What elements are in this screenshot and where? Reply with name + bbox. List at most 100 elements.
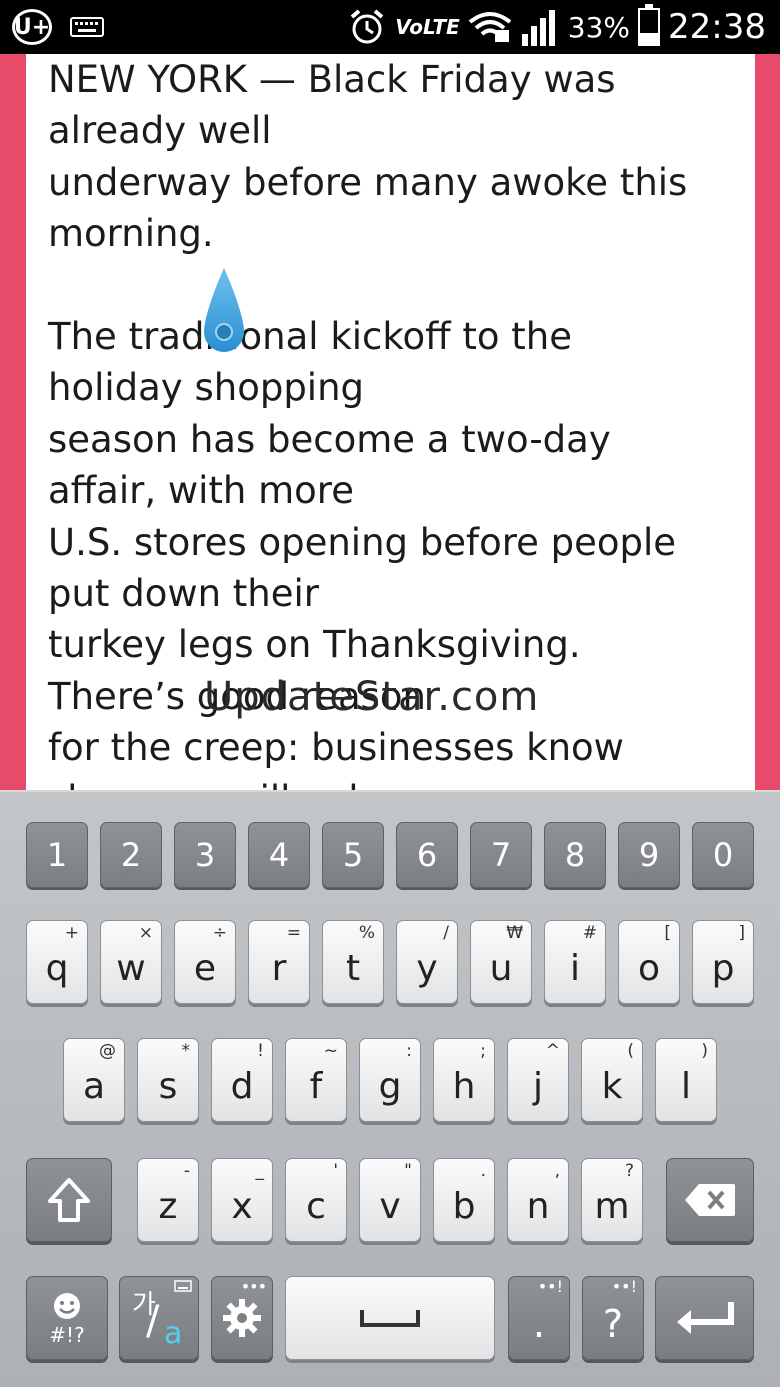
language-switch-key[interactable]: 가 / a <box>119 1276 199 1360</box>
key-label: 6 <box>416 836 438 874</box>
key-k[interactable]: (k <box>581 1038 643 1122</box>
article-line: affair, with more <box>48 469 354 513</box>
key-n[interactable]: ,n <box>507 1158 569 1242</box>
article-line: NEW YORK — Black Friday was <box>48 58 616 101</box>
article-line: season has become a two-day <box>48 417 611 461</box>
key-b[interactable]: .b <box>433 1158 495 1242</box>
key-o[interactable]: [o <box>618 920 680 1004</box>
key-9[interactable]: 9 <box>618 822 680 888</box>
key-e[interactable]: ÷ e <box>174 920 236 1004</box>
key-secondary-label: + <box>64 923 79 943</box>
key-label: 5 <box>342 836 364 874</box>
gear-icon <box>223 1299 261 1337</box>
backspace-key[interactable] <box>666 1158 754 1242</box>
key-label: z <box>158 1185 178 1227</box>
key-v[interactable]: " v <box>359 1158 421 1242</box>
space-icon <box>360 1310 420 1327</box>
key-d[interactable]: ! d <box>211 1038 273 1122</box>
key-secondary-label: , <box>554 1161 560 1181</box>
key-6[interactable]: 6 <box>396 822 458 888</box>
key-z[interactable]: -z <box>137 1158 199 1242</box>
article-line: already well <box>48 109 272 153</box>
article-line <box>48 260 748 311</box>
space-key[interactable] <box>285 1276 495 1360</box>
uplus-logo-icon: U+ <box>12 9 52 45</box>
key-l[interactable]: ) l <box>655 1038 717 1122</box>
emoji-symbol-key[interactable]: #!? <box>26 1276 108 1360</box>
keyboard-small-icon <box>174 1280 192 1292</box>
key-secondary-label: _ <box>255 1161 265 1181</box>
key-label: l <box>680 1065 691 1107</box>
reader-frame: NEW YORK — Black Friday was already well u… <box>0 54 780 790</box>
key-secondary-label: / <box>443 923 449 943</box>
key-x[interactable]: _ x <box>211 1158 273 1242</box>
key-secondary-label: ! <box>257 1041 264 1061</box>
article-line: The traditional kickoff to the <box>48 315 572 359</box>
key-w[interactable]: × w <box>100 920 162 1004</box>
article-line: morning. <box>48 212 214 256</box>
key-h[interactable]: ; h <box>433 1038 495 1122</box>
key-secondary-label: : <box>406 1041 412 1061</box>
symbols-label: #!? <box>49 1323 85 1347</box>
key-secondary-label: ÷ <box>212 923 227 943</box>
key-label: j <box>532 1065 543 1107</box>
key-8[interactable]: 8 <box>544 822 606 888</box>
article-line: shoppers will only <box>48 774 748 790</box>
key-label: 0 <box>712 836 734 874</box>
signal-icon <box>521 10 555 46</box>
key-p[interactable]: ] p <box>692 920 754 1004</box>
key-g[interactable]: :g <box>359 1038 421 1122</box>
key-4[interactable]: 4 <box>248 822 310 888</box>
enter-key[interactable] <box>655 1276 754 1360</box>
key-i[interactable]: # i <box>544 920 606 1004</box>
enter-icon <box>676 1302 734 1334</box>
key-label: 4 <box>268 836 290 874</box>
key-label: 7 <box>490 836 512 874</box>
key-q[interactable]: + q <box>26 920 88 1004</box>
volte-icon: VoLTE <box>395 15 460 39</box>
settings-key[interactable]: ••• <box>211 1276 273 1360</box>
key-m[interactable]: ? m <box>581 1158 643 1242</box>
key-f[interactable]: ~ f <box>285 1038 347 1122</box>
key-secondary-label: [ <box>664 923 671 943</box>
shift-icon <box>48 1178 90 1222</box>
key-t[interactable]: % t <box>322 920 384 1004</box>
article-line: holiday shopping <box>48 366 365 410</box>
key-1[interactable]: 1 <box>26 822 88 888</box>
key-label: 3 <box>194 836 216 874</box>
key-secondary-label: × <box>138 923 153 943</box>
article-line: put down their <box>48 572 320 616</box>
key-label: o <box>637 947 661 989</box>
key-secondary-label: ? <box>624 1161 634 1181</box>
key-label: k <box>601 1065 623 1107</box>
article-page[interactable]: NEW YORK — Black Friday was already well u… <box>26 54 755 790</box>
smiley-icon <box>53 1293 80 1319</box>
key-5[interactable]: 5 <box>322 822 384 888</box>
key-j[interactable]: ^ j <box>507 1038 569 1122</box>
key-7[interactable]: 7 <box>470 822 532 888</box>
clock: 22:38 <box>668 7 766 47</box>
key-secondary-label: ( <box>627 1041 634 1061</box>
question-key[interactable]: ••!? <box>582 1276 644 1360</box>
key-label: m <box>594 1185 630 1227</box>
key-0[interactable]: 0 <box>692 822 754 888</box>
period-key[interactable]: ••!. <box>508 1276 570 1360</box>
article-line: underway before many awoke this <box>48 160 688 204</box>
key-secondary-label: * <box>181 1041 191 1061</box>
key-r[interactable]: = r <box>248 920 310 1004</box>
key-2[interactable]: 2 <box>100 822 162 888</box>
shift-key[interactable] <box>26 1158 112 1242</box>
key-s[interactable]: * s <box>137 1038 199 1122</box>
text-cursor-handle[interactable] <box>200 266 248 358</box>
key-3[interactable]: 3 <box>174 822 236 888</box>
key-label: 9 <box>638 836 660 874</box>
key-a[interactable]: @ a <box>63 1038 125 1122</box>
key-label: p <box>711 947 735 989</box>
key-label: 1 <box>46 836 68 874</box>
battery-icon <box>638 4 661 46</box>
key-u[interactable]: ₩ u <box>470 920 532 1004</box>
key-label: d <box>230 1065 254 1107</box>
key-label: w <box>116 947 146 989</box>
key-c[interactable]: ' c <box>285 1158 347 1242</box>
key-y[interactable]: / y <box>396 920 458 1004</box>
